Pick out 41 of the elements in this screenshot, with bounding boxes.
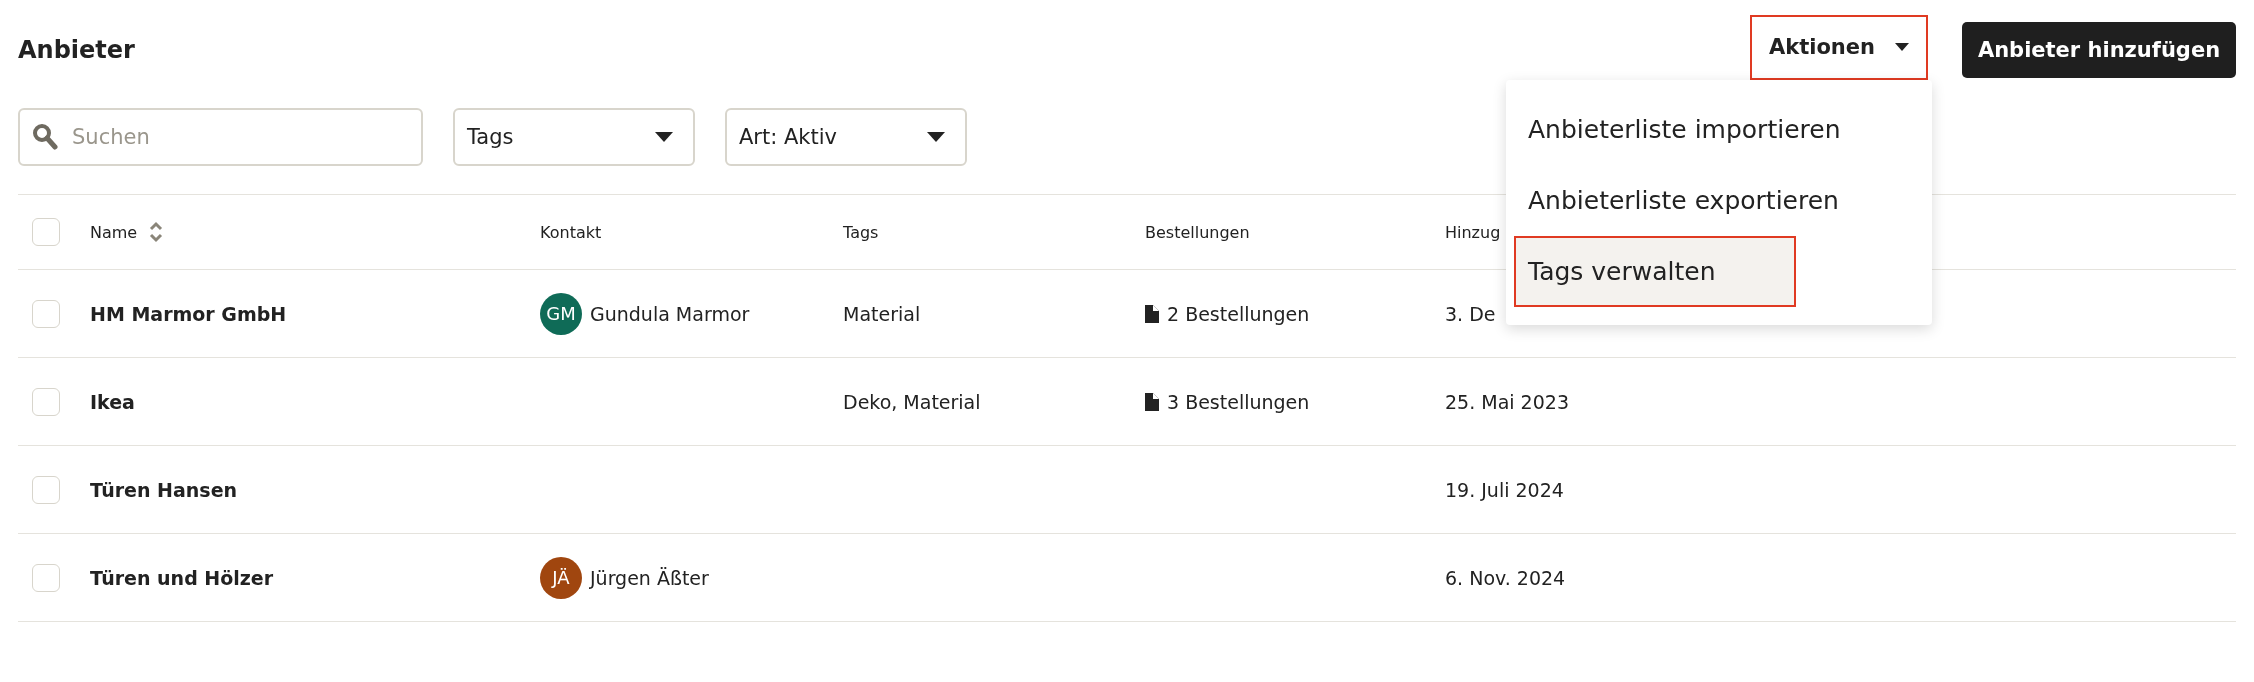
contact-avatar: GM (540, 292, 582, 335)
tags-cell: Deko, Material (843, 390, 981, 413)
column-header: Hinzug (1445, 222, 1501, 242)
contact-name: Jürgen Äßter (590, 566, 709, 589)
caret-icon (1895, 43, 1909, 51)
row-checkbox[interactable] (32, 563, 60, 592)
row-checkbox[interactable] (32, 299, 60, 328)
menu-item[interactable]: Anbieterliste importieren (1506, 94, 1932, 165)
vendor-name[interactable]: Türen Hansen (90, 478, 238, 501)
row-checkbox[interactable] (32, 387, 60, 416)
contact-name: Gundula Marmor (590, 302, 750, 325)
actions-button[interactable]: Aktionen (1750, 14, 1928, 80)
vendor-name[interactable]: Türen und Hölzer (90, 566, 274, 589)
caret-icon (927, 132, 945, 142)
caret-icon (655, 132, 673, 142)
search-field[interactable]: Suchen (18, 108, 423, 166)
document-icon (1145, 392, 1159, 411)
vendor-name[interactable]: HM Marmor GmbH (90, 302, 287, 325)
sort-icon[interactable] (149, 221, 164, 243)
menu-item[interactable]: Anbieterliste exportieren (1506, 165, 1932, 236)
date-added: 19. Juli 2024 (1445, 478, 1564, 501)
orders-link[interactable]: 2 Bestellungen (1167, 302, 1310, 325)
column-header: Kontakt (540, 222, 602, 242)
date-added: 3. De (1445, 302, 1496, 325)
contact-avatar: JÄ (540, 556, 582, 599)
row-checkbox[interactable] (32, 475, 60, 504)
filter-dropdown[interactable]: Tags (453, 108, 695, 166)
menu-item[interactable]: Tags verwalten (1514, 236, 1796, 307)
filter-dropdown[interactable]: Art: Aktiv (725, 108, 967, 166)
select-all-checkbox[interactable] (32, 218, 60, 246)
orders-link[interactable]: 3 Bestellungen (1167, 390, 1310, 413)
column-header: Bestellungen (1145, 222, 1250, 242)
date-added: 6. Nov. 2024 (1445, 566, 1566, 589)
column-header[interactable]: Name (90, 222, 138, 242)
document-icon (1145, 304, 1159, 323)
date-added: 25. Mai 2023 (1445, 390, 1569, 413)
vendor-name[interactable]: Ikea (90, 390, 135, 413)
tags-cell: Material (843, 302, 921, 325)
page-title: Anbieter (18, 36, 135, 64)
add-vendor-button[interactable]: Anbieter hinzufügen (1962, 22, 2236, 78)
column-header: Tags (843, 222, 879, 242)
